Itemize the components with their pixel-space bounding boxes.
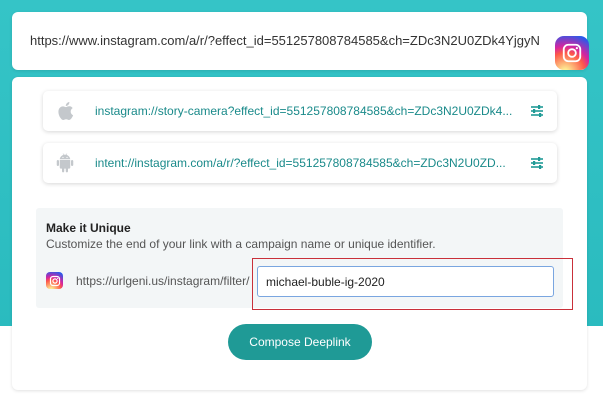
instagram-url-input[interactable]: https://www.instagram.com/a/r/?effect_id… [30,32,540,50]
android-deeplink-row[interactable]: intent://instagram.com/a/r/?effect_id=55… [43,143,557,183]
section-title: Make it Unique [46,221,131,235]
url-prefix: https://urlgeni.us/instagram/filter/ [76,274,250,288]
android-settings-sliders-icon[interactable] [530,156,544,170]
slug-input[interactable] [257,266,554,297]
android-deeplink-text: intent://instagram.com/a/r/?effect_id=55… [95,156,506,170]
ios-deeplink-row[interactable]: instagram://story-camera?effect_id=55125… [43,91,557,131]
ios-deeplink-text: instagram://story-camera?effect_id=55125… [95,104,513,118]
android-icon [55,153,75,173]
deeplink-card: instagram://story-camera?effect_id=55125… [12,77,587,390]
make-it-unique-section: Make it Unique Customize the end of your… [36,208,573,310]
ios-settings-sliders-icon[interactable] [530,104,544,118]
url-card: https://www.instagram.com/a/r/?effect_id… [12,12,589,70]
instagram-logo-icon [555,36,589,70]
compose-deeplink-button[interactable]: Compose Deeplink [228,324,372,360]
section-subtitle: Customize the end of your link with a ca… [46,237,436,251]
apple-icon [55,101,75,121]
instagram-small-icon [46,272,63,289]
